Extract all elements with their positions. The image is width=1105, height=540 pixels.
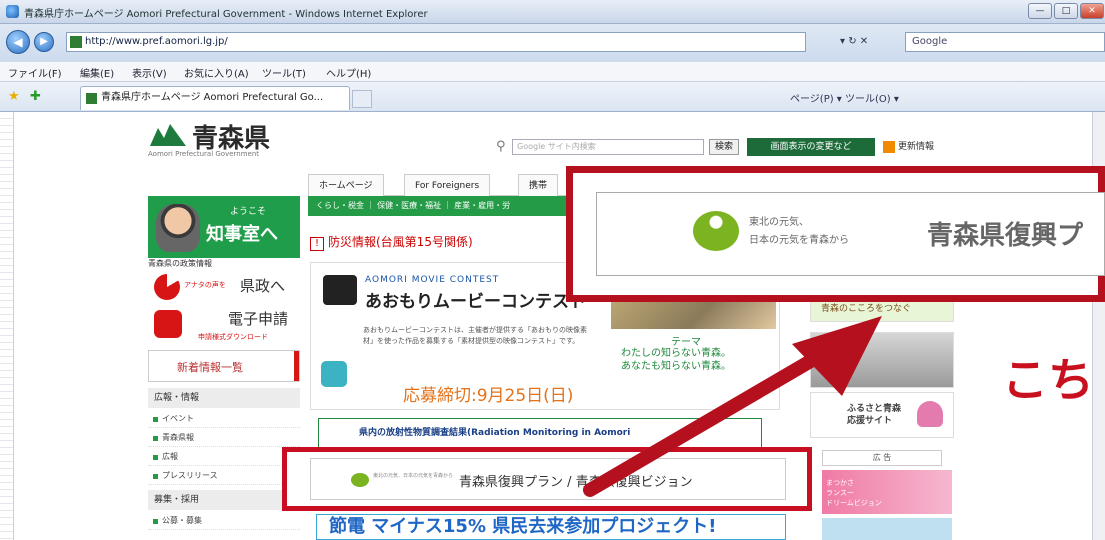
- zoom-callout-inner: 東北の元気、 日本の元気を青森から 青森県復興プ: [596, 192, 1105, 276]
- menu-help[interactable]: ヘルプ(H): [326, 65, 371, 80]
- ie-icon: [6, 5, 19, 18]
- disaster-info-link[interactable]: ! 防災情報(台風第15号関係): [310, 231, 555, 253]
- plan-logo-icon: [351, 473, 369, 487]
- aomori-logo-icon: [150, 124, 186, 146]
- reconstruction-logo-icon: [693, 211, 739, 251]
- menu-file[interactable]: ファイル(F): [8, 65, 62, 80]
- new-tab-button[interactable]: [352, 90, 372, 108]
- url-text: http://www.pref.aomori.lg.jp/: [85, 36, 228, 47]
- new-arrivals-button[interactable]: 新着情報一覧: [148, 350, 300, 382]
- tab-for-foreigners[interactable]: For Foreigners: [404, 174, 491, 196]
- e-application-title: 電子申請: [228, 310, 289, 328]
- rss-link[interactable]: 更新情報: [883, 138, 955, 156]
- annotation-text: こち: [1002, 353, 1094, 407]
- e-application-icon: [154, 310, 182, 338]
- callout-slogan-1: 東北の元気、: [749, 217, 809, 228]
- menu-edit[interactable]: 編集(E): [80, 65, 114, 80]
- site-search-button[interactable]: 検索: [709, 139, 739, 155]
- url-input[interactable]: http://www.pref.aomori.lg.jp/: [66, 32, 806, 52]
- new-arrivals-accent: [294, 351, 299, 381]
- sidebar-item-event[interactable]: イベント: [148, 410, 300, 428]
- power-saving-banner[interactable]: 節電 マイナス15% 県民去来参加プロジェクト!: [316, 514, 786, 540]
- site-favicon: [70, 36, 82, 48]
- tab-favicon: [86, 93, 97, 104]
- gov-policy-info[interactable]: 青森県の政策情報: [148, 258, 212, 269]
- address-toolbar: ◀ ▶ http://www.pref.aomori.lg.jp/ ▾ ↻ ✕ …: [0, 24, 1105, 62]
- alert-icon: !: [310, 237, 324, 251]
- browser-tab[interactable]: 青森県庁ホームページ Aomori Prefectural Go...: [80, 86, 350, 110]
- governor-photo: [156, 204, 200, 252]
- window-title: 青森県庁ホームページ Aomori Prefectural Government…: [24, 9, 428, 20]
- back-button[interactable]: ◀: [6, 30, 30, 54]
- movie-title-jp: あおもりムービーコンテスト: [365, 292, 586, 312]
- voice-small: アナタの声を: [184, 281, 226, 289]
- movie-title-en: AOMORI MOVIE CONTEST: [365, 275, 500, 285]
- menu-view[interactable]: 表示(V): [132, 65, 167, 80]
- pointer-arrow-icon: [583, 316, 882, 497]
- e-application-banner[interactable]: 電子申請 申請様式ダウンロード: [148, 306, 300, 346]
- voice-big: 県政へ: [240, 277, 286, 295]
- category-nav[interactable]: くらし・税金 ｜ 保健・医療・福祉 ｜ 産業・雇用・労: [308, 196, 568, 216]
- site-search-input[interactable]: Google サイト内検索: [512, 139, 704, 155]
- mascot-icon: [321, 361, 347, 387]
- sidebar-head-recruit: 募集・採用: [148, 490, 300, 510]
- category-nav-label: くらし・税金 ｜ 保健・医療・福祉 ｜ 産業・雇用・労: [316, 201, 511, 210]
- site-logo-sub: Aomori Prefectural Government: [148, 150, 260, 158]
- forward-button[interactable]: ▶: [34, 32, 54, 52]
- minimize-button[interactable]: —: [1028, 3, 1052, 19]
- browser-search-placeholder: Google: [912, 36, 948, 47]
- top-nav: ホームページ For Foreigners 携帯: [308, 170, 568, 196]
- callout-slogan-2: 日本の元気を青森から: [749, 235, 849, 246]
- maximize-button[interactable]: □: [1054, 3, 1078, 19]
- rss-icon: [883, 140, 895, 153]
- window-titlebar: 青森県庁ホームページ Aomori Prefectural Government…: [0, 0, 1105, 24]
- tab-home[interactable]: ホームページ: [308, 174, 384, 196]
- movie-deadline: 応募締切:9月25日(日): [403, 386, 574, 406]
- address-controls[interactable]: ▾ ↻ ✕: [840, 32, 868, 52]
- ad-banner-blue[interactable]: [822, 518, 952, 540]
- add-favorite-icon[interactable]: ✚: [30, 90, 41, 104]
- menu-tools[interactable]: ツール(T): [262, 65, 306, 80]
- movie-description: あおもりムービーコンテストは、主催者が提供する「あおもりの映像素材」を使った作品…: [363, 326, 587, 345]
- menu-bar: ファイル(F) 編集(E) 表示(V) お気に入り(A) ツール(T) ヘルプ(…: [0, 62, 1105, 82]
- tab-mobile[interactable]: 携帯: [518, 174, 559, 196]
- rss-label: 更新情報: [898, 142, 935, 152]
- callout-big-text: 青森県復興プ: [927, 221, 1084, 251]
- page-left-margin: [0, 112, 14, 540]
- favorites-star-icon[interactable]: ★: [8, 90, 22, 104]
- menu-favorites[interactable]: お気に入り(A): [184, 65, 249, 80]
- voice-mascot-icon: [154, 274, 180, 300]
- tab-bar: ★ ✚ 青森県庁ホームページ Aomori Prefectural Go... …: [0, 82, 1105, 112]
- plan-small-text: 東北の元気、日本の元気を青森から: [373, 473, 454, 479]
- command-bar[interactable]: ページ(P) ▾ ツール(O) ▾: [790, 90, 899, 105]
- display-settings-button[interactable]: 画面表示の変更など: [747, 138, 875, 156]
- sidebar-head-pr: 広報・情報: [148, 388, 300, 408]
- browser-search-input[interactable]: Google: [905, 32, 1105, 52]
- welcome-text: ようこそ: [230, 207, 267, 217]
- camera-icon: [323, 275, 357, 305]
- sidebar-item-press[interactable]: プレスリリース: [148, 467, 300, 485]
- furusato-heart-icon: [917, 401, 943, 427]
- tab-label: 青森県庁ホームページ Aomori Prefectural Go...: [101, 92, 324, 103]
- search-icon: ⚲: [496, 139, 506, 154]
- governor-link: 知事室へ: [206, 224, 278, 245]
- close-button[interactable]: ✕: [1080, 3, 1104, 19]
- sidebar-item-koho[interactable]: 広報: [148, 448, 300, 466]
- sidebar-item-kenpo[interactable]: 青森県報: [148, 429, 300, 447]
- e-application-sub: 申請様式ダウンロード: [198, 333, 268, 341]
- sidebar-item-boshu[interactable]: 公募・募集: [148, 512, 300, 530]
- voice-banner[interactable]: アナタの声を 県政へ: [148, 270, 300, 306]
- new-arrivals-label: 新着情報一覧: [177, 361, 243, 374]
- governor-banner[interactable]: ようこそ 知事室へ: [148, 196, 300, 258]
- disaster-label: 防災情報(台風第15号関係): [328, 235, 473, 249]
